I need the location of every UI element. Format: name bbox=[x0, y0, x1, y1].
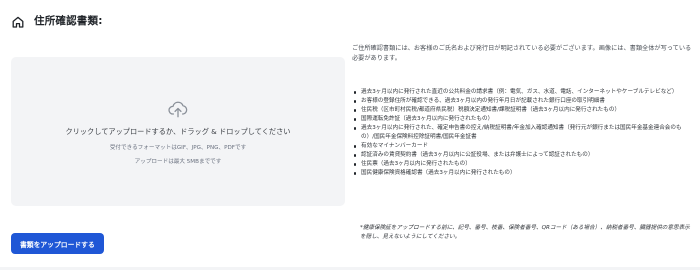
dropzone-instruction: クリックしてアップロードするか、ドラッグ & ドロップしてください bbox=[65, 127, 291, 136]
cloud-upload-icon bbox=[167, 98, 189, 120]
upload-documents-button[interactable]: 書類をアップロードする bbox=[11, 233, 104, 254]
insurance-card-note: *健康保険証をアップロードする前に、記号、番号、枝番、保険者番号、QRコード（あ… bbox=[360, 225, 690, 240]
accepted-documents-list: 過去3ヶ月以内に発行された直近の公共料金の請求書（例：電気、ガス、水道、電話、イ… bbox=[352, 88, 694, 178]
list-item: 有効なマイナンバーカード bbox=[352, 142, 694, 151]
list-item: 国民健康保険資格確認書（過去3ヶ月以内に発行されたもの） bbox=[352, 169, 694, 178]
section-header: 住所確認書類: bbox=[11, 13, 103, 28]
dropzone-formats: 受付できるフォーマットはGIF、JPG、PNG、PDFです bbox=[109, 145, 247, 151]
home-icon bbox=[11, 14, 25, 28]
requirements-description: ご住所確認書類には、お客様のご氏名および発行日が明記されている必要がございます。… bbox=[352, 45, 692, 62]
list-item: 過去3ヶ月以内に発行された、確定申告書の控え/納税証明書/年金加入確認通知書（発… bbox=[352, 124, 694, 142]
list-item: 住民票（過去3ヶ月以内に発行されたもの） bbox=[352, 160, 694, 169]
file-dropzone[interactable]: クリックしてアップロードするか、ドラッグ & ドロップしてください 受付できるフ… bbox=[11, 57, 345, 206]
list-item: 過去3ヶ月以内に発行された直近の公共料金の請求書（例：電気、ガス、水道、電話、イ… bbox=[352, 88, 694, 97]
page-title: 住所確認書類: bbox=[34, 15, 103, 27]
list-item: お客様の登録住所が確認できる、過去3ヶ月以内の発行年月日が記載された銀行口座の取… bbox=[352, 97, 694, 106]
dropzone-max-size: アップロードは最大 5MBまでです bbox=[134, 159, 222, 165]
list-item: 住民税（区市町村民税/都道府県民税）税額決定通知書/課税証明書（過去3ヶ月以内に… bbox=[352, 106, 694, 115]
list-item: 認証済みの賃貸契約書（過去3ヶ月以内に公証役場、または弁護士によって認証されたも… bbox=[352, 151, 694, 160]
list-item: 国際運転免許証（過去3ヶ月以内に発行されたもの） bbox=[352, 115, 694, 124]
